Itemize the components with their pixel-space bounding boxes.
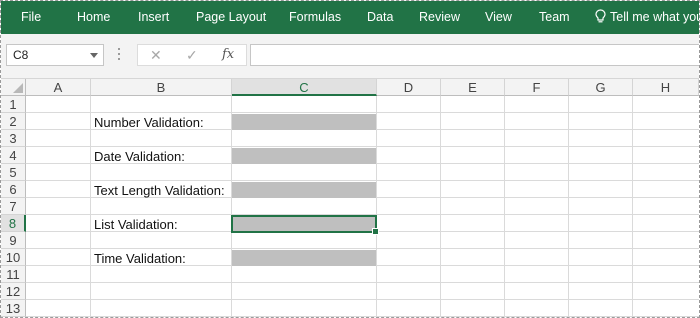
active-cell-c8[interactable] (231, 215, 379, 235)
fill-handle[interactable] (372, 228, 379, 235)
row-header-2[interactable]: 2 (1, 113, 26, 130)
cell-c2[interactable] (232, 114, 376, 130)
gridline (26, 316, 699, 317)
gridline (26, 282, 699, 283)
name-box-value: C8 (13, 48, 29, 62)
cell-c10[interactable] (232, 250, 376, 266)
row-header-13[interactable]: 13 (1, 300, 26, 317)
column-header-e[interactable]: E (441, 79, 505, 96)
row-header-1[interactable]: 1 (1, 96, 26, 113)
cell-b2[interactable]: Number Validation: (94, 114, 204, 131)
tell-me-search[interactable]: Tell me what you (595, 1, 700, 34)
gridline (26, 248, 699, 249)
lightbulb-icon (595, 9, 606, 23)
tab-view[interactable]: View (485, 1, 512, 34)
cell-c4[interactable] (232, 148, 376, 164)
gridline (26, 146, 699, 147)
cell-b10[interactable]: Time Validation: (94, 250, 186, 267)
row-header-8[interactable]: 8 (1, 215, 26, 232)
tab-insert[interactable]: Insert (138, 1, 169, 34)
formula-buttons: ✕ ✓ fx (137, 44, 247, 66)
drag-handle-icon[interactable] (118, 48, 120, 62)
column-header-g[interactable]: G (569, 79, 633, 96)
row-header-7[interactable]: 7 (1, 198, 26, 215)
cell-b6[interactable]: Text Length Validation: (94, 182, 225, 199)
enter-icon[interactable]: ✓ (186, 45, 198, 65)
tab-team[interactable]: Team (539, 1, 570, 34)
column-header-c[interactable]: C (232, 79, 377, 96)
gridline (26, 299, 699, 300)
cell-c6[interactable] (232, 182, 376, 198)
tab-data[interactable]: Data (367, 1, 393, 34)
tell-me-text: Tell me what you (610, 10, 700, 24)
name-box[interactable]: C8 (6, 44, 104, 66)
row-header-4[interactable]: 4 (1, 147, 26, 164)
cell-b4[interactable]: Date Validation: (94, 148, 185, 165)
row-header-9[interactable]: 9 (1, 232, 26, 249)
formula-input[interactable] (250, 44, 699, 66)
insert-function-icon[interactable]: fx (222, 45, 234, 65)
row-header-5[interactable]: 5 (1, 164, 26, 181)
select-all-button[interactable] (1, 79, 26, 96)
column-header-b[interactable]: B (91, 79, 232, 96)
tab-home[interactable]: Home (77, 1, 110, 34)
tab-page-layout[interactable]: Page Layout (196, 1, 266, 34)
tab-file[interactable]: File (21, 1, 41, 34)
gridline (26, 180, 699, 181)
ribbon-tab-bar: File Home Insert Page Layout Formulas Da… (1, 1, 699, 34)
row-header-11[interactable]: 11 (1, 266, 26, 283)
column-header-d[interactable]: D (377, 79, 441, 96)
row-header-6[interactable]: 6 (1, 181, 26, 198)
gridline (26, 112, 699, 113)
tab-review[interactable]: Review (419, 1, 460, 34)
tab-formulas[interactable]: Formulas (289, 1, 341, 34)
worksheet-grid[interactable]: A B C D E F G H 1 2 3 4 5 6 7 8 9 10 11 … (1, 79, 699, 317)
column-header-a[interactable]: A (26, 79, 91, 96)
row-header-12[interactable]: 12 (1, 283, 26, 300)
row-header-3[interactable]: 3 (1, 130, 26, 147)
column-header-f[interactable]: F (505, 79, 569, 96)
row-header-10[interactable]: 10 (1, 249, 26, 266)
cell-b8[interactable]: List Validation: (94, 216, 178, 233)
column-header-h[interactable]: H (633, 79, 699, 96)
cancel-icon[interactable]: ✕ (150, 45, 162, 65)
chevron-down-icon[interactable] (90, 53, 98, 58)
excel-window: File Home Insert Page Layout Formulas Da… (0, 0, 700, 318)
formula-bar-area: C8 ✕ ✓ fx (1, 34, 699, 79)
